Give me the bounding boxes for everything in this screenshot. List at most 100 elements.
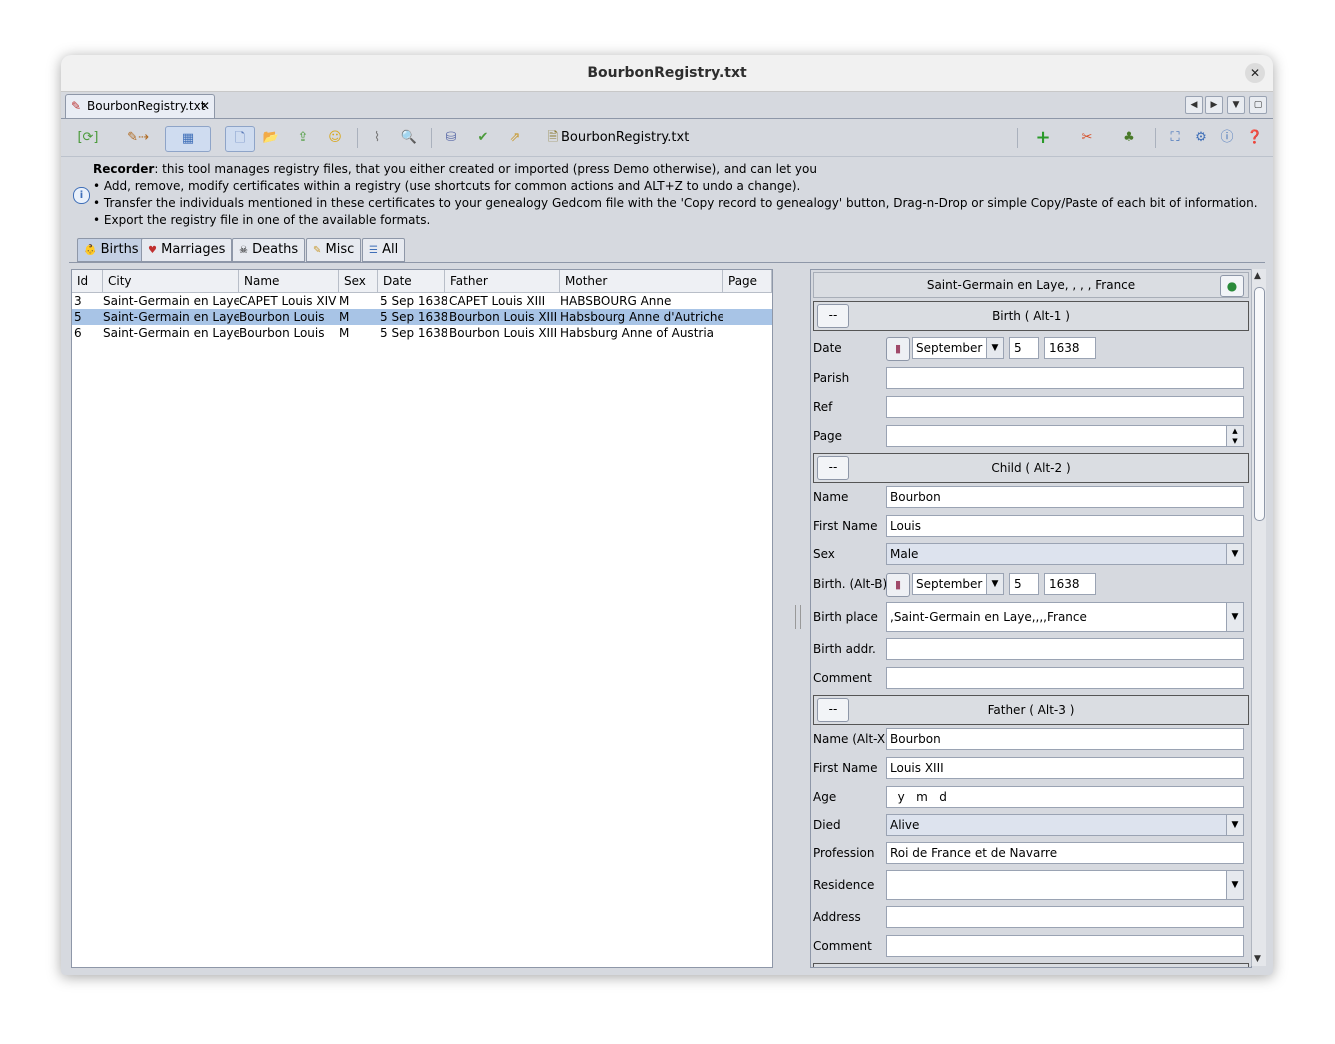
father-profession-field[interactable]: Roi de France et de Navarre [886,842,1244,864]
ref-field[interactable] [886,396,1244,418]
column-sex[interactable]: Sex [339,270,378,292]
father-comment-field[interactable] [886,935,1244,957]
column-mother[interactable]: Mother [560,270,723,292]
cell-name: Bourbon Louis [239,310,325,324]
child-firstname-field[interactable]: Louis [886,515,1244,537]
pen-icon: ✎ [71,99,82,113]
page-label: Page [813,429,843,443]
birthplace-select[interactable]: ,Saint-Germain en Laye,,,,France ▼ [886,602,1244,632]
tab-misc-label: Misc [325,242,355,257]
child-comment-field[interactable] [886,667,1244,689]
chevron-down-icon[interactable]: ▼ [1226,603,1243,631]
page-spinner-icon[interactable]: ▲ ▼ [1226,426,1243,446]
father-collapse-button[interactable]: -- [817,698,849,722]
open-folder-icon[interactable]: 📂 [259,126,283,150]
stats-icon[interactable]: ⌇ [365,126,389,150]
check-icon[interactable]: ✔ [471,126,495,150]
tab-marriages[interactable]: ♥ Marriages [141,238,233,262]
child-sex-select[interactable]: Male ▼ [886,543,1244,565]
child-comment-label: Comment [813,671,872,685]
info-circle-icon: i [73,187,90,204]
maximize-icon[interactable]: ▢ [1249,96,1267,114]
parish-field[interactable] [886,367,1244,389]
close-icon[interactable]: ✕ [1245,63,1265,83]
father-died-value: Alive [890,818,920,832]
new-file-icon[interactable]: 🗋 [225,126,255,152]
child-birth-month-select[interactable]: September ▼ [912,573,1004,595]
tab-births[interactable]: 👶 Births [77,238,146,262]
refresh-icon[interactable]: [⟳] [71,126,105,150]
tab-births-label: Births [100,242,139,257]
birthaddr-field[interactable] [886,638,1244,660]
import-icon[interactable]: ⇪ [291,126,315,150]
child-name-field[interactable]: Bourbon [886,486,1244,508]
copy-to-genealogy-icon[interactable]: ✎⇢ [121,126,155,150]
certificate-icon[interactable]: ⛁ [439,126,463,150]
cell-father: CAPET Louis XIII [449,294,546,308]
father-comment-label: Comment [813,939,872,953]
fit-screen-icon[interactable]: ⛶ [1163,126,1187,150]
column-name[interactable]: Name [239,270,339,292]
birthplace-label: Birth place [813,610,878,624]
table-view-icon[interactable]: ▦ [165,126,211,152]
cell-mother: Habsburg Anne of Austria [560,326,715,340]
calendar-icon[interactable]: ▮ [886,337,910,361]
document-tab[interactable]: ✎ BourbonRegistry.txt ✕ [65,94,215,118]
child-birth-year-field[interactable]: 1638 [1044,573,1096,595]
birth-collapse-button[interactable]: -- [817,304,849,328]
app-window: BourbonRegistry.txt ✕ ✎ BourbonRegistry.… [61,55,1273,975]
scrollbar-thumb[interactable] [1254,287,1265,521]
add-icon[interactable]: + [1031,126,1055,150]
chevron-down-icon[interactable]: ▼ [986,338,1003,358]
chevron-down-icon[interactable]: ▼ [986,574,1003,594]
delete-icon[interactable]: ✂ [1075,126,1099,150]
settings-icon[interactable]: ⚙ [1189,126,1213,150]
help-icon[interactable]: ❓ [1243,126,1267,150]
chevron-down-icon[interactable]: ▼ [1226,871,1243,899]
scroll-down-icon[interactable]: ▼ [1254,954,1261,964]
date-month-select[interactable]: September ▼ [912,337,1004,359]
father-age-field[interactable]: y m d [886,786,1244,808]
page-field[interactable]: ▲ ▼ [886,425,1244,447]
column-page[interactable]: Page [723,270,772,292]
tab-all[interactable]: ☰ All [362,238,406,262]
cell-mother: HABSBOURG Anne [560,294,672,308]
demo-icon[interactable]: ☺ [323,126,347,150]
close-tab-icon[interactable]: ✕ [200,95,210,117]
child-birth-day-field[interactable]: 5 [1009,573,1039,595]
child-collapse-button[interactable]: -- [817,456,849,480]
scroll-right-icon[interactable]: ▶ [1205,96,1223,114]
column-father[interactable]: Father [445,270,560,292]
father-residence-select[interactable]: ▼ [886,870,1244,900]
info-icon[interactable]: ⓘ [1215,126,1239,150]
father-address-field[interactable] [886,906,1244,928]
tab-deaths[interactable]: ☠ Deaths [232,238,306,262]
column-id[interactable]: Id [72,270,103,292]
pane-splitter[interactable] [795,605,801,629]
column-date[interactable]: Date [378,270,445,292]
date-day-field[interactable]: 5 [1009,337,1039,359]
father-firstname-field[interactable]: Louis XIII [886,757,1244,779]
table-row[interactable]: 6 Saint-Germain en Laye Bourbon Louis M … [72,325,772,341]
chevron-down-icon[interactable]: ▼ [1226,815,1243,835]
tab-list-icon[interactable]: ▼ [1227,96,1245,114]
calendar-icon[interactable]: ▮ [886,573,910,597]
globe-icon[interactable]: ● [1220,275,1244,297]
column-city[interactable]: City [103,270,239,292]
toolbar-separator [431,128,432,148]
tree-icon[interactable]: ♣ [1117,126,1141,150]
tab-misc[interactable]: ✎ Misc [306,238,362,262]
search-icon[interactable]: 🔍 [397,126,421,150]
scroll-up-icon[interactable]: ▲ [1254,271,1261,281]
scroll-left-icon[interactable]: ◀ [1185,96,1203,114]
chevron-down-icon[interactable]: ▼ [1226,544,1243,564]
table-row[interactable]: 3 Saint-Germain en Laye CAPET Louis XIV … [72,293,772,309]
father-name-field[interactable]: Bourbon [886,728,1244,750]
table-row-selected[interactable]: 5 Saint-Germain en Laye Bourbon Louis M … [72,309,772,325]
export-icon[interactable]: ⇗ [503,126,527,150]
info-line-4: • Export the registry file in one of the… [93,213,431,227]
detail-scrollbar[interactable]: ▲ ▼ [1251,269,1266,966]
date-year-field[interactable]: 1638 [1044,337,1096,359]
father-died-select[interactable]: Alive ▼ [886,814,1244,836]
father-residence-label: Residence [813,878,875,892]
